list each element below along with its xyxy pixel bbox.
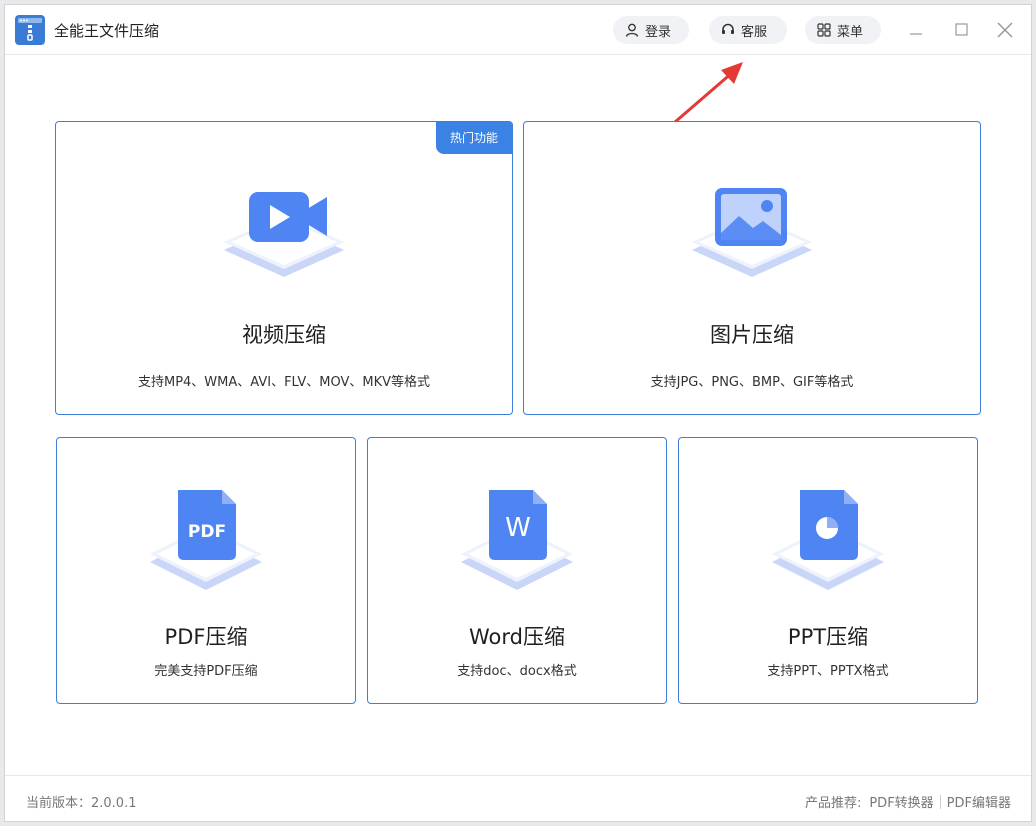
product-recommendations: 产品推荐: PDF转换器 PDF编辑器 [805, 792, 1011, 811]
service-label: 客服 [741, 24, 768, 40]
menu-button[interactable]: 菜单 [805, 16, 881, 44]
word-icon-text: W [505, 513, 531, 543]
recommend-label: 产品推荐: [804, 796, 862, 811]
pdf-compress-card[interactable]: PDF PDF压缩 完美支持PDF压缩 [56, 437, 356, 704]
ppt-card-subtitle: 支持PPT、PPTX格式 [767, 664, 889, 679]
customer-service-button[interactable]: 客服 [709, 16, 787, 44]
image-card-title: 图片压缩 [710, 323, 794, 347]
video-compress-card[interactable]: 热门功能 视频压缩 支持MP4、WMA、AVI、FLV、MOV、MKV等格式 [55, 121, 513, 415]
hot-feature-badge: 热门功能 [436, 122, 512, 154]
ppt-compress-card[interactable]: PPT压缩 支持PPT、PPTX格式 [678, 437, 978, 704]
pdf-card-subtitle: 完美支持PDF压缩 [154, 664, 258, 679]
headset-icon [722, 23, 734, 34]
grid-menu-icon [817, 23, 831, 37]
login-label: 登录 [645, 24, 672, 40]
pdf-file-icon: PDF [150, 490, 262, 590]
image-compress-card[interactable]: 图片压缩 支持JPG、PNG、BMP、GIF等格式 [523, 121, 981, 415]
app-logo-icon [15, 15, 45, 45]
title-bar: 全能王文件压缩 登录 客服 菜单 [5, 5, 1031, 55]
ppt-card-title: PPT压缩 [787, 625, 869, 649]
login-button[interactable]: 登录 [613, 16, 689, 44]
app-window: 全能王文件压缩 登录 客服 菜单 热门功能 视频压缩 支持MP4、WMA、AVI… [4, 4, 1032, 822]
link-divider [939, 794, 941, 809]
video-camera-icon [224, 192, 344, 277]
word-card-title: Word压缩 [469, 625, 565, 649]
status-footer: 当前版本：2.0.0.1 产品推荐: PDF转换器 PDF编辑器 [5, 775, 1031, 821]
menu-label: 菜单 [837, 24, 864, 40]
pdf-icon-text: PDF [188, 522, 226, 542]
word-file-icon: W [461, 490, 573, 590]
word-compress-card[interactable]: W Word压缩 支持doc、docx格式 [367, 437, 667, 704]
image-card-subtitle: 支持JPG、PNG、BMP、GIF等格式 [650, 375, 854, 390]
pdf-editor-link[interactable]: PDF编辑器 [947, 792, 1011, 811]
pdf-converter-link[interactable]: PDF转换器 [869, 792, 933, 811]
video-card-title: 视频压缩 [242, 323, 326, 347]
word-card-subtitle: 支持doc、docx格式 [457, 664, 577, 679]
pdf-card-title: PDF压缩 [164, 625, 248, 649]
user-icon [625, 23, 639, 37]
picture-icon [692, 188, 812, 277]
ppt-file-icon [772, 490, 884, 590]
video-card-subtitle: 支持MP4、WMA、AVI、FLV、MOV、MKV等格式 [137, 375, 430, 390]
maximize-icon[interactable] [950, 19, 972, 41]
version-text: 当前版本：2.0.0.1 [26, 796, 137, 811]
app-title: 全能王文件压缩 [54, 22, 160, 40]
close-icon[interactable] [994, 19, 1016, 41]
minimize-icon[interactable] [905, 19, 927, 41]
